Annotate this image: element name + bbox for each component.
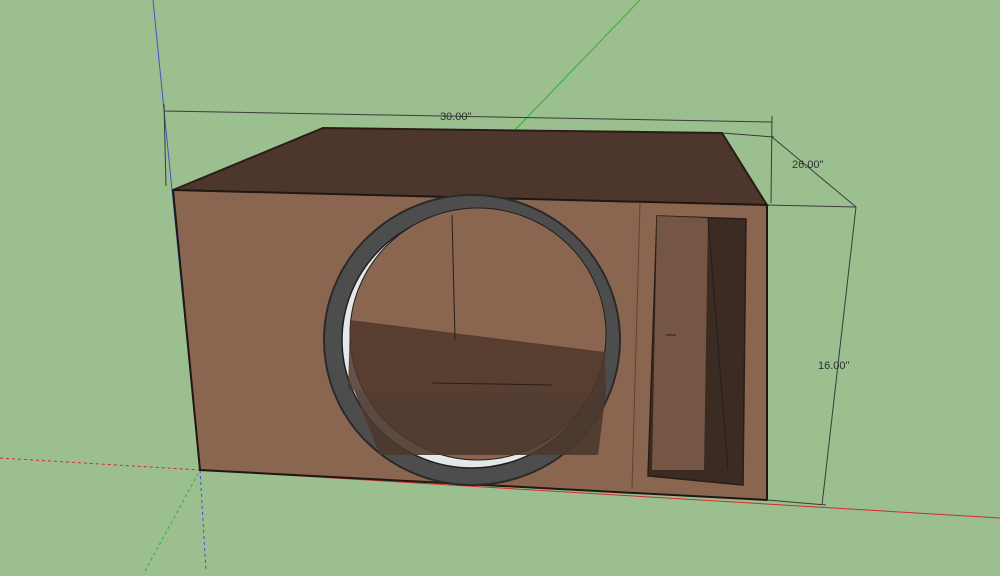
depth-dimension-label: 26.00" <box>792 159 824 171</box>
interior-bottom-shadow <box>354 390 606 455</box>
red-axis-dotted <box>0 457 201 471</box>
green-axis-line <box>514 0 641 131</box>
depth-dimension-line[interactable] <box>771 136 857 208</box>
sketchup-3d-viewport[interactable]: 30.00" 26.00" 16.00" <box>0 0 1000 572</box>
green-axis-dotted <box>144 469 201 572</box>
width-dimension-label: 30.00" <box>440 111 472 123</box>
blue-axis-dotted <box>199 469 207 572</box>
depth-dimension-top-tick <box>721 132 775 138</box>
height-dimension-top-tick <box>766 204 857 208</box>
slot-port-inner-panel <box>652 216 708 470</box>
height-dimension-label: 16.00" <box>818 360 850 372</box>
height-dimension-line[interactable] <box>821 206 857 506</box>
width-dimension-right-tick <box>770 115 773 204</box>
model-canvas[interactable]: 30.00" 26.00" 16.00" <box>0 0 1000 572</box>
